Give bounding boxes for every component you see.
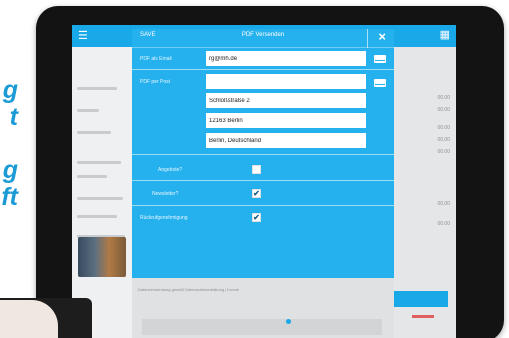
name-field[interactable] <box>206 74 366 89</box>
footer-area: Datenverwendung gemäß Datenschutzerkläru… <box>132 278 394 338</box>
bg-value: 00.00 <box>437 107 450 113</box>
callback-label: Rückrufgenehmigung <box>140 215 188 221</box>
bg-value: 00.00 <box>437 149 450 155</box>
city-field[interactable] <box>206 113 366 128</box>
bg-text-line <box>77 197 123 200</box>
bg-text-line <box>77 215 117 218</box>
divider <box>132 69 394 70</box>
bg-text-line <box>77 161 121 164</box>
header-divider <box>367 29 368 48</box>
tagline-fragment-4: ft <box>1 183 18 211</box>
bg-text-line <box>77 109 99 112</box>
disclaimer-text: Datenverwendung gemäß Datenschutzerkläru… <box>138 287 239 292</box>
scene: g t g ft ☰ ▦ 00.00 00.00 00.00 00.00 00.… <box>0 0 509 338</box>
indicator-dot <box>286 319 291 324</box>
bg-value: 00.00 <box>437 125 450 131</box>
bg-value: 00.00 <box>437 95 450 101</box>
tagline-fragment-2: t <box>9 103 18 131</box>
mail-icon[interactable] <box>374 79 386 87</box>
divider <box>132 154 394 155</box>
dialog-header: SAVE PDF Versenden × <box>132 29 394 48</box>
email-label: PDF als Email <box>140 56 172 62</box>
tagline-fragment-3: g <box>2 156 18 184</box>
tablet-screen: ☰ ▦ 00.00 00.00 00.00 00.00 00.00 00.00 … <box>72 25 456 338</box>
street-field[interactable] <box>206 93 366 108</box>
background-button[interactable] <box>392 291 448 307</box>
post-label: PDF per Post <box>140 79 171 85</box>
newsletter-checkbox[interactable]: ✔ <box>252 189 261 198</box>
bg-value: 00.00 <box>437 137 450 143</box>
bg-value: 00.00 <box>437 221 450 227</box>
offers-checkbox[interactable] <box>252 165 261 174</box>
divider <box>132 205 394 206</box>
email-field[interactable] <box>206 51 366 66</box>
bg-value: 00.00 <box>437 201 450 207</box>
send-pdf-dialog: SAVE PDF Versenden × PDF als Email PDF p… <box>132 29 394 338</box>
callback-checkbox[interactable]: ✔ <box>252 213 261 222</box>
mail-icon[interactable] <box>374 55 386 63</box>
newsletter-label: Newsletter? <box>152 191 179 197</box>
product-image <box>78 237 126 277</box>
bg-text-line <box>77 87 117 90</box>
divider <box>132 180 394 181</box>
grid-icon[interactable]: ▦ <box>440 28 450 41</box>
country-field[interactable] <box>206 133 366 148</box>
bg-text-line <box>77 131 111 134</box>
tagline-fragment-1: g <box>2 76 18 104</box>
note-field[interactable] <box>142 319 382 335</box>
background-red-mark <box>412 315 434 318</box>
bg-text-line <box>77 175 107 178</box>
close-icon[interactable]: × <box>378 30 386 44</box>
background-sidebar <box>72 47 132 338</box>
dialog-title: PDF Versenden <box>241 32 285 38</box>
menu-icon[interactable]: ☰ <box>78 29 88 42</box>
offers-label: Angebote? <box>158 167 183 173</box>
hand <box>0 300 58 338</box>
